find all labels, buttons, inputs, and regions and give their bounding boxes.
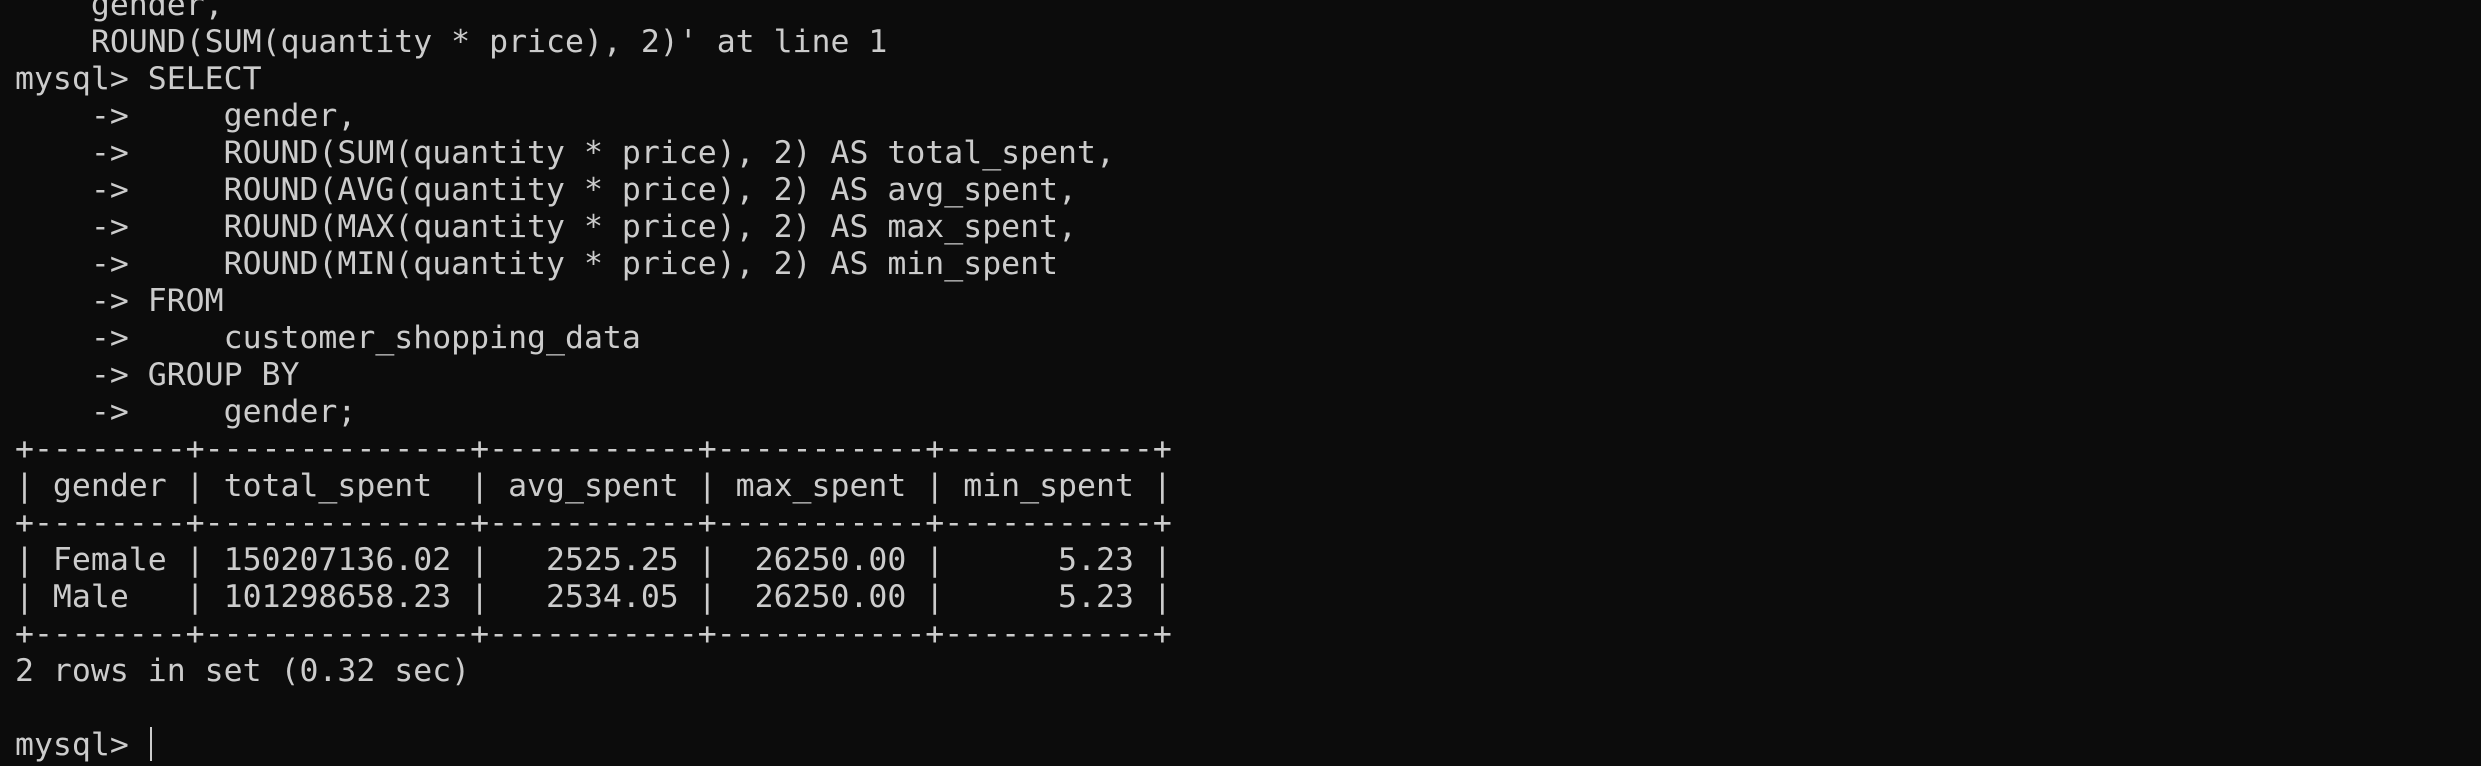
result-table-border: +--------+--------------+-----------+---… (15, 616, 1172, 652)
previous-output-line: ROUND(SUM(quantity * price), 2)' at line… (15, 24, 888, 60)
query-line: mysql> SELECT (15, 61, 262, 97)
query-line: -> FROM (15, 283, 224, 319)
query-line: -> ROUND(MAX(quantity * price), 2) AS ma… (15, 209, 1078, 245)
terminal-window[interactable]: gender, ROUND(SUM(quantity * price), 2)'… (0, 0, 2481, 766)
query-line: -> gender, (15, 98, 357, 134)
result-table-border: +--------+--------------+-----------+---… (15, 505, 1172, 541)
result-table-border: +--------+--------------+-----------+---… (15, 431, 1172, 467)
prompt-label: mysql> (15, 727, 148, 763)
text-cursor[interactable] (149, 727, 152, 761)
result-table-row: | Male | 101298658.23 | 2534.05 | 26250.… (15, 579, 1172, 615)
query-line: -> customer_shopping_data (15, 320, 641, 356)
query-line: -> gender; (15, 394, 357, 430)
status-line: 2 rows in set (0.32 sec) (15, 653, 471, 689)
previous-output-line: gender, (15, 0, 224, 23)
query-line: -> ROUND(SUM(quantity * price), 2) AS to… (15, 135, 1115, 171)
terminal-output: gender, ROUND(SUM(quantity * price), 2)'… (15, 0, 1172, 764)
active-prompt-line[interactable]: mysql> (15, 727, 1172, 764)
result-table-header: | gender | total_spent | avg_spent | max… (15, 468, 1172, 504)
result-table-row: | Female | 150207136.02 | 2525.25 | 2625… (15, 542, 1172, 578)
query-line: -> ROUND(MIN(quantity * price), 2) AS mi… (15, 246, 1059, 282)
query-line: -> GROUP BY (15, 357, 300, 393)
query-line: -> ROUND(AVG(quantity * price), 2) AS av… (15, 172, 1078, 208)
